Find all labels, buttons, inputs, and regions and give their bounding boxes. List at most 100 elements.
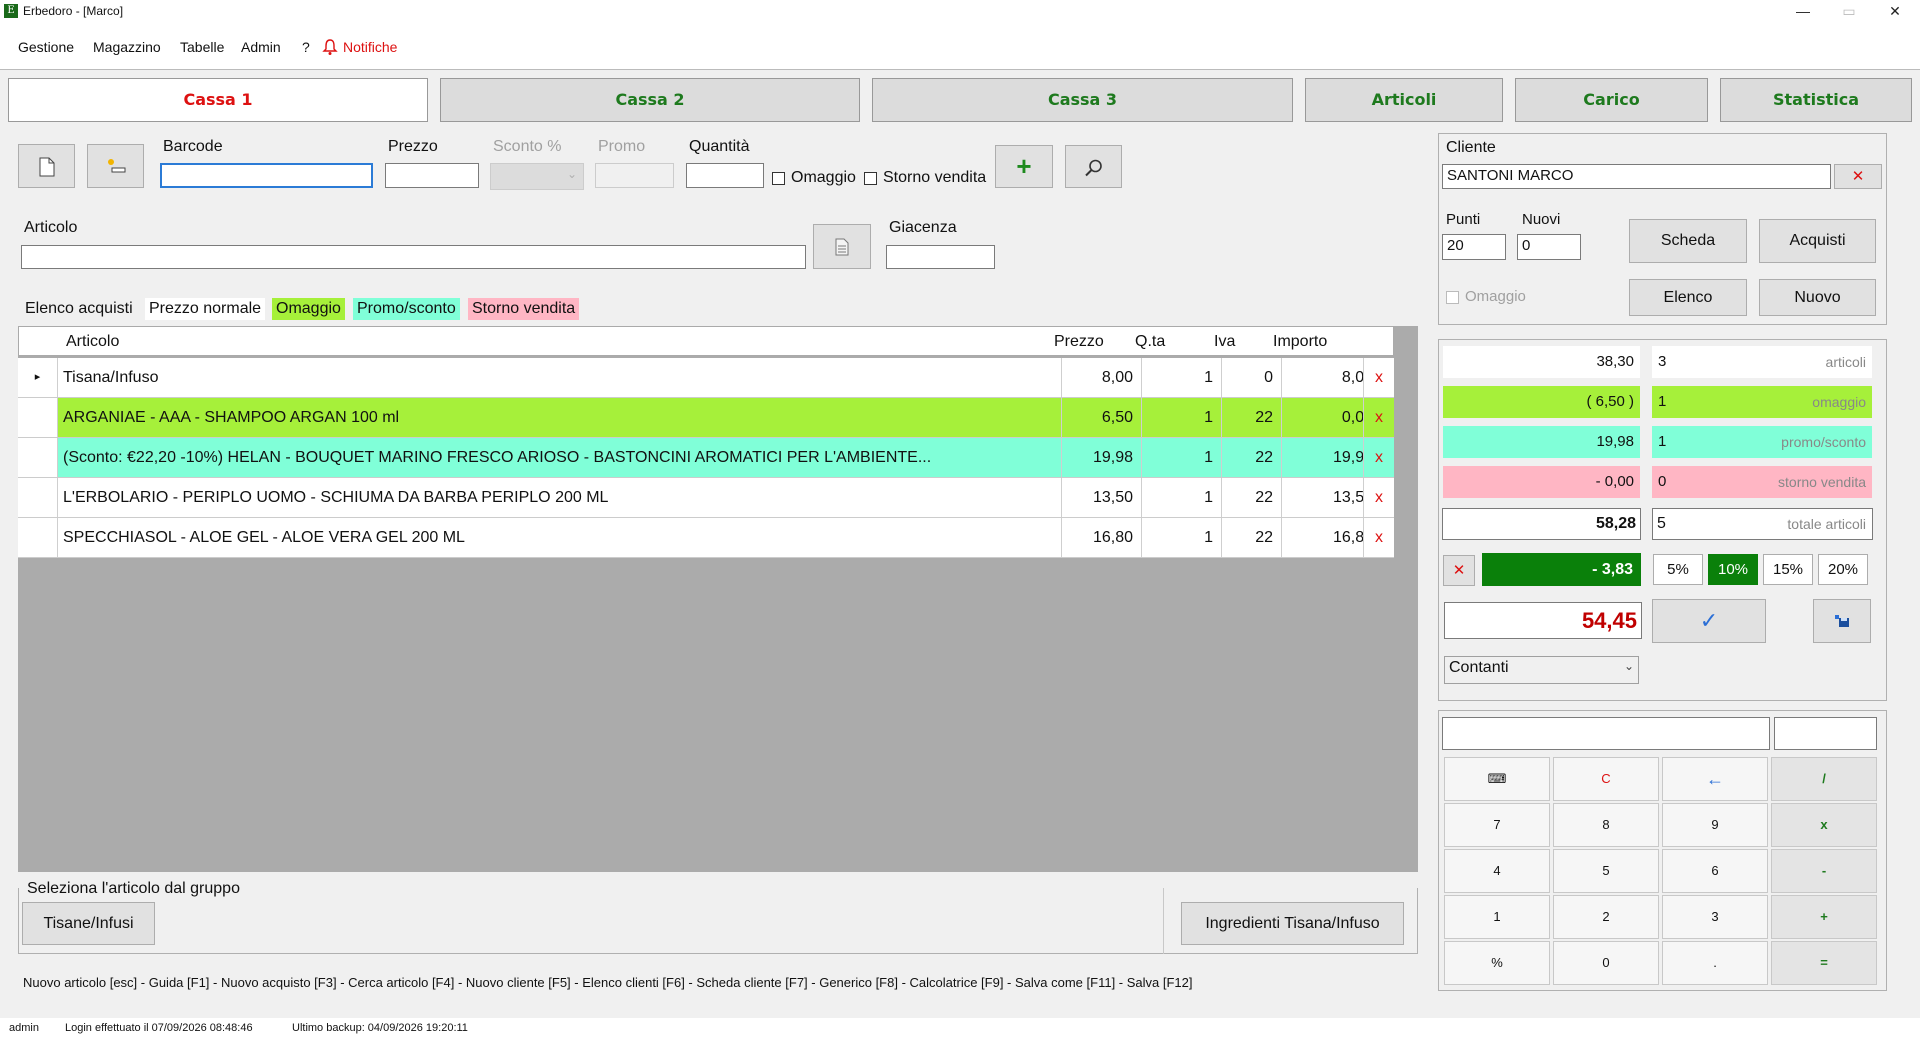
table-row[interactable]: L'ERBOLARIO - PERIPLO UOMO - SCHIUMA DA … [18,478,1394,518]
promo-input [595,163,674,188]
scheda-button[interactable]: Scheda [1629,219,1747,263]
calc-key-5[interactable]: 5 [1553,849,1659,893]
elenco-button[interactable]: Elenco [1629,279,1747,316]
articolo-input[interactable] [21,245,806,269]
header-iva: Iva [1214,333,1236,350]
articolo-label: Articolo [24,219,78,236]
menu-magazzino[interactable]: Magazzino [93,39,161,55]
menu-tabelle[interactable]: Tabelle [180,39,224,55]
cliente-omaggio-checkbox [1446,291,1459,304]
calc-key-minus[interactable]: - [1771,849,1877,893]
tab-carico[interactable]: Carico [1515,78,1708,122]
calc-key-plus[interactable]: + [1771,895,1877,939]
minimize-button[interactable]: — [1780,0,1826,24]
nuovo-cliente-button[interactable]: Nuovo [1759,279,1876,316]
summary-amount: 19,98 [1443,426,1640,458]
menu-notifiche[interactable]: Notifiche [343,39,397,55]
cliente-name-field[interactable]: SANTONI MARCO [1442,164,1831,189]
calc-key-decimal[interactable]: . [1662,941,1768,985]
maximize-button[interactable]: ▭ [1826,0,1872,24]
keyboard-icon[interactable]: ⌨ [1444,757,1550,801]
calc-key-3[interactable]: 3 [1662,895,1768,939]
tab-cassa-2[interactable]: Cassa 2 [440,78,860,122]
calc-key-8[interactable]: 8 [1553,803,1659,847]
discount-button-10[interactable]: 10% [1708,554,1758,585]
legend-storno: Storno vendita [468,298,580,320]
table-row[interactable]: (Sconto: €22,20 -10%) HELAN - BOUQUET MA… [18,438,1394,478]
add-button[interactable]: + [995,145,1053,188]
total-count: 5 [1657,515,1666,532]
barcode-input[interactable] [160,163,373,188]
calc-key-1[interactable]: 1 [1444,895,1550,939]
new-document-button[interactable] [18,144,75,188]
discount-button-15[interactable]: 15% [1763,554,1813,585]
calc-key-9[interactable]: 9 [1662,803,1768,847]
save-receipt-button[interactable] [1813,599,1871,643]
chevron-down-icon: ⌄ [1623,659,1634,673]
omaggio-checkbox[interactable] [772,172,785,185]
prezzo-input[interactable] [385,163,479,188]
tab-bar: Cassa 1 Cassa 2 Cassa 3 Articoli Carico … [0,72,1920,124]
barcode-label: Barcode [163,138,223,155]
new-item-button[interactable] [87,144,144,188]
table-row[interactable]: ARGANIAE - AAA - SHAMPOO ARGAN 100 ml 6,… [18,398,1394,438]
menu-admin[interactable]: Admin [241,39,281,55]
summary-count-value: 0 [1658,473,1667,490]
cell-iva: 22 [1221,398,1281,437]
cell-iva: 22 [1221,518,1281,557]
calc-key-backspace[interactable]: ← [1662,757,1768,801]
tab-cassa-1[interactable]: Cassa 1 [8,78,428,122]
calc-display[interactable] [1442,717,1770,750]
confirm-button[interactable]: ✓ [1652,599,1766,643]
payment-select[interactable]: Contanti ⌄ [1444,656,1639,684]
cell-qta: 1 [1141,398,1221,437]
storno-checkbox[interactable] [864,172,877,185]
summary-count-value: 1 [1658,393,1667,410]
table-header: Articolo Prezzo Q.ta Iva Importo [18,326,1394,356]
summary-count-value: 3 [1658,353,1667,370]
remove-row-button[interactable]: x [1363,518,1394,557]
payment-value: Contanti [1449,659,1509,676]
bell-icon[interactable] [322,38,338,56]
discount-clear-button[interactable]: ✕ [1443,555,1475,586]
remove-row-button[interactable]: x [1363,478,1394,517]
calc-key-multiply[interactable]: x [1771,803,1877,847]
calc-key-6[interactable]: 6 [1662,849,1768,893]
note-icon [835,238,849,256]
table-row[interactable]: ▸ Tisana/Infuso 8,00 1 0 8,00 x [18,358,1394,398]
summary-count: 1 omaggio [1652,386,1872,418]
tab-statistica[interactable]: Statistica [1720,78,1912,122]
calc-key-divide[interactable]: / [1771,757,1877,801]
calc-key-0[interactable]: 0 [1553,941,1659,985]
discount-button-20[interactable]: 20% [1818,554,1868,585]
remove-row-button[interactable]: x [1363,438,1394,477]
tab-cassa-3[interactable]: Cassa 3 [872,78,1293,122]
articolo-detail-button[interactable] [813,224,871,269]
group-tisane-button[interactable]: Tisane/Infusi [22,902,155,945]
acquisti-button[interactable]: Acquisti [1759,219,1876,263]
menu-help[interactable]: ? [302,39,310,55]
search-icon [1084,159,1102,177]
cell-qta: 1 [1141,478,1221,517]
calc-key-equals[interactable]: = [1771,941,1877,985]
close-button[interactable]: ✕ [1872,0,1918,24]
calc-key-4[interactable]: 4 [1444,849,1550,893]
giacenza-label: Giacenza [889,219,957,236]
ingredienti-button[interactable]: Ingredienti Tisana/Infuso [1181,902,1404,945]
quantita-input[interactable] [686,163,764,188]
calc-key-clear[interactable]: C [1553,757,1659,801]
remove-row-button[interactable]: x [1363,398,1394,437]
discount-button-5[interactable]: 5% [1653,554,1703,585]
menu-gestione[interactable]: Gestione [18,39,74,55]
tab-articoli[interactable]: Articoli [1305,78,1503,122]
remove-row-button[interactable]: x [1363,358,1394,397]
purchase-table: Articolo Prezzo Q.ta Iva Importo ▸ Tisan… [18,326,1418,872]
search-button[interactable] [1065,145,1122,188]
calc-key-7[interactable]: 7 [1444,803,1550,847]
total-label: totale articoli [1787,516,1866,532]
cliente-clear-button[interactable]: ✕ [1834,164,1882,189]
cell-prezzo: 8,00 [1061,358,1141,397]
calc-key-percent[interactable]: % [1444,941,1550,985]
calc-key-2[interactable]: 2 [1553,895,1659,939]
table-row[interactable]: SPECCHIASOL - ALOE GEL - ALOE VERA GEL 2… [18,518,1394,558]
